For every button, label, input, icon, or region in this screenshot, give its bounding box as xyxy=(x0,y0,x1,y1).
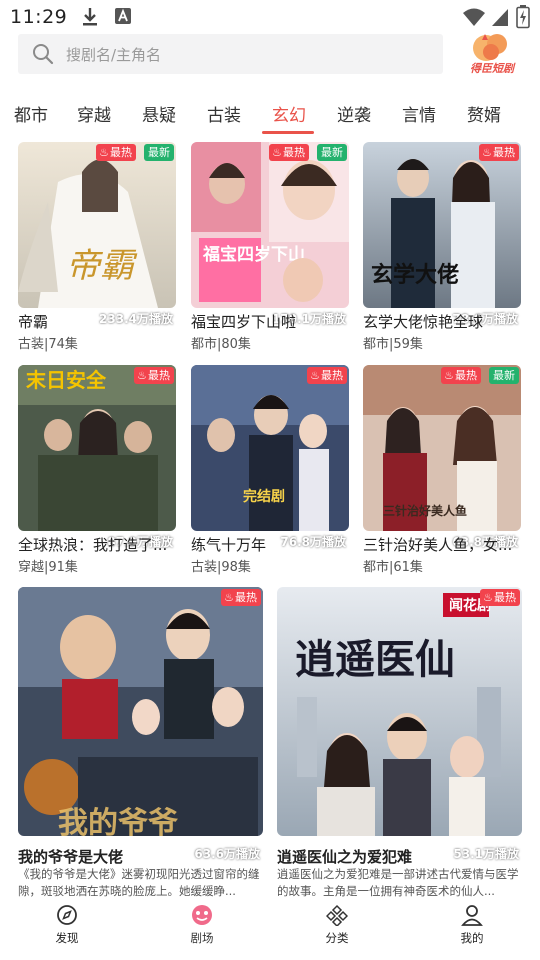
tab-dushi[interactable]: 都市 xyxy=(14,101,48,126)
tab-xuanhuan[interactable]: 玄幻 xyxy=(272,101,306,126)
drama-poster[interactable]: 逍遥医仙 闻花剧 xyxy=(277,587,522,836)
nav-theater[interactable]: 剧场 xyxy=(162,904,242,946)
active-tab-indicator xyxy=(262,131,314,134)
new-badge: 最新 xyxy=(489,367,519,384)
flame-icon: ♨ xyxy=(137,369,147,382)
drama-poster[interactable]: 玄学大佬 xyxy=(363,142,521,308)
category-tabs: 都市 穿越 悬疑 古装 玄幻 逆袭 言情 赘婿 xyxy=(0,90,540,136)
drama-title: 福宝四岁下山啦 xyxy=(191,313,297,331)
hot-badge: ♨ 最热 xyxy=(134,367,174,384)
drama-title: 逍遥医仙之为爱犯难 xyxy=(277,848,413,866)
search-input[interactable]: 搜剧名/主角名 xyxy=(18,34,443,74)
tab-chuanyue[interactable]: 穿越 xyxy=(77,101,111,126)
drama-title: 全球热浪：我打造了... xyxy=(18,536,168,554)
search-placeholder: 搜剧名/主角名 xyxy=(66,46,162,64)
drama-title: 三针治好美人鱼，女... xyxy=(363,536,513,554)
brand-text: 得臣短剧 xyxy=(470,62,514,75)
drama-title: 练气十万年 xyxy=(191,536,267,554)
drama-poster[interactable]: 完结剧 xyxy=(191,365,349,531)
drama-card[interactable]: 帝霸 ♨ 最热 最新 233.4万播放 帝霸 古装|74集 xyxy=(18,142,176,352)
flame-icon: ♨ xyxy=(482,146,492,159)
hot-badge: ♨ 最热 xyxy=(441,367,481,384)
search-icon xyxy=(32,43,54,69)
svg-text:完结剧: 完结剧 xyxy=(243,488,285,505)
drama-poster[interactable]: 末日安全 xyxy=(18,365,176,531)
drama-card-large[interactable]: 我的爷爷 ♨ 最热 63.6万播放 我的爷爷是大佬 《我的爷爷是大佬》迷雾初现阳光… xyxy=(18,587,263,898)
drama-description: 逍遥医仙之为爱犯难是一部讲述古代爱情与医学的故事。主角是一位拥有神奇医术的仙人.… xyxy=(277,867,519,898)
svg-text:福宝四岁下山: 福宝四岁下山 xyxy=(202,244,305,265)
app-notification-icon xyxy=(114,6,132,30)
drama-meta: 都市|80集 xyxy=(191,337,251,352)
user-icon xyxy=(432,904,512,926)
nav-label: 我的 xyxy=(460,931,484,945)
status-bar: 11:29 xyxy=(0,0,540,34)
theater-icon xyxy=(162,904,242,926)
svg-text:末日安全: 末日安全 xyxy=(26,368,107,392)
drama-card[interactable]: 完结剧 ♨ 最热 76.8万播放 练气十万年 古装|98集 xyxy=(191,365,349,575)
hot-badge: ♨ 最热 xyxy=(221,589,261,606)
hot-badge: ♨ 最热 xyxy=(96,144,136,161)
drama-title: 我的爷爷是大佬 xyxy=(18,848,124,866)
signal-icon xyxy=(490,7,510,31)
drama-card[interactable]: 三针治好美人鱼 ♨ 最热 最新 63.8万播放 三针治好美人鱼，女... 都市|6… xyxy=(363,365,521,575)
svg-text:逍遥医仙: 逍遥医仙 xyxy=(295,636,455,683)
drama-poster[interactable]: 帝霸 xyxy=(18,142,176,308)
nav-label: 发现 xyxy=(55,931,79,945)
flame-icon: ♨ xyxy=(444,369,454,382)
hot-badge: ♨ 最热 xyxy=(479,144,519,161)
drama-poster[interactable]: 我的爷爷 xyxy=(18,587,263,836)
drama-poster[interactable]: 三针治好美人鱼 xyxy=(363,365,521,531)
drama-title: 玄学大佬惊艳全球 xyxy=(363,313,484,331)
wifi-icon xyxy=(462,7,486,31)
hot-badge: ♨ 最热 xyxy=(307,367,347,384)
drama-card[interactable]: 玄学大佬 ♨ 最热 78.6万播放 玄学大佬惊艳全球 都市|59集 xyxy=(363,142,521,352)
nav-label: 剧场 xyxy=(190,931,214,945)
drama-meta: 穿越|91集 xyxy=(18,560,78,575)
bottom-nav: 发现 剧场 分类 我的 xyxy=(0,898,540,960)
new-badge: 最新 xyxy=(144,144,174,161)
status-time: 11:29 xyxy=(10,6,68,28)
tab-xuanyi[interactable]: 悬疑 xyxy=(142,101,176,126)
tab-yanqing[interactable]: 言情 xyxy=(402,101,436,126)
svg-text:帝霸: 帝霸 xyxy=(66,246,138,286)
compass-icon xyxy=(27,904,107,926)
drama-card-large[interactable]: 逍遥医仙 闻花剧 ♨ 最热 53.1万播放 逍遥医仙之为爱犯难 逍遥医仙之为爱犯难… xyxy=(277,587,522,898)
new-badge: 最新 xyxy=(317,144,347,161)
drama-card[interactable]: 福宝四岁下山 ♨ 最热 最新 170.1万播放 福宝四岁下山啦 都市|80集 xyxy=(191,142,349,352)
drama-meta: 古装|74集 xyxy=(18,337,78,352)
flame-icon: ♨ xyxy=(483,591,493,604)
drama-meta: 古装|98集 xyxy=(191,560,251,575)
drama-poster[interactable]: 福宝四岁下山 xyxy=(191,142,349,308)
drama-title: 帝霸 xyxy=(18,313,49,331)
drama-description: 《我的爷爷是大佬》迷雾初现阳光透过窗帘的缝隙，斑驳地洒在苏晓的脸庞上。她缓缓睁.… xyxy=(18,867,260,898)
svg-text:玄学大佬: 玄学大佬 xyxy=(371,262,459,288)
tab-zhuixu[interactable]: 赘婿 xyxy=(467,101,501,126)
battery-charging-icon xyxy=(516,5,530,33)
download-icon xyxy=(80,6,100,32)
tab-guzhuang[interactable]: 古装 xyxy=(207,101,241,126)
flame-icon: ♨ xyxy=(224,591,234,604)
drama-meta: 都市|59集 xyxy=(363,337,423,352)
drama-meta: 都市|61集 xyxy=(363,560,423,575)
nav-discover[interactable]: 发现 xyxy=(27,904,107,946)
category-icon xyxy=(297,904,377,926)
nav-label: 分类 xyxy=(325,931,349,945)
tab-nixi[interactable]: 逆袭 xyxy=(337,101,371,126)
hot-badge: ♨ 最热 xyxy=(269,144,309,161)
drama-card[interactable]: 末日安全 ♨ 最热 87.9万播放 全球热浪：我打造了... 穿越|91集 xyxy=(18,365,176,575)
hot-badge: ♨ 最热 xyxy=(480,589,520,606)
flame-icon: ♨ xyxy=(99,146,109,159)
nav-me[interactable]: 我的 xyxy=(432,904,512,946)
flame-icon: ♨ xyxy=(310,369,320,382)
flame-icon: ♨ xyxy=(272,146,282,159)
nav-category[interactable]: 分类 xyxy=(297,904,377,946)
svg-text:我的爷爷: 我的爷爷 xyxy=(58,806,178,836)
